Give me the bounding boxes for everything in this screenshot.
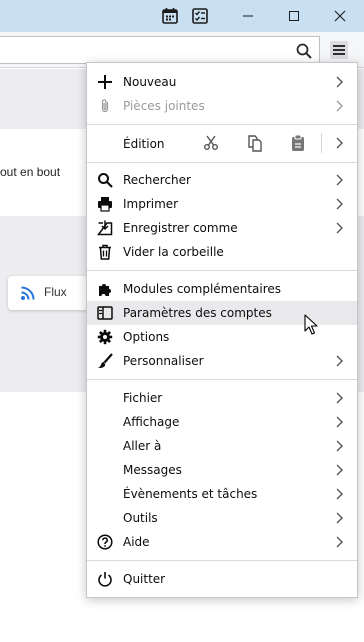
plus-icon — [98, 75, 112, 89]
menu-item-events-tasks[interactable]: Évènements et tâches — [87, 482, 357, 506]
account-settings-icon — [97, 306, 113, 320]
menu-item-customize[interactable]: Personnaliser — [87, 349, 357, 373]
background-text: out en bout — [0, 165, 61, 179]
cut-icon[interactable] — [201, 133, 221, 153]
chevron-right-icon — [336, 76, 343, 88]
menu-item-save-as[interactable]: Enregistrer comme — [87, 216, 357, 240]
trash-icon — [99, 244, 111, 260]
hamburger-menu-icon[interactable] — [330, 41, 348, 59]
chevron-right-icon — [336, 416, 343, 428]
menu-item-empty-trash[interactable]: Vider la corbeille — [87, 240, 357, 264]
menu-item-label: Personnaliser — [123, 354, 204, 368]
power-icon — [98, 572, 112, 587]
menu-item-help[interactable]: Aide — [87, 530, 357, 554]
menu-item-label: Pièces jointes — [123, 99, 205, 113]
menu-item-label: Options — [123, 330, 170, 344]
menu-item-label: Rechercher — [123, 173, 191, 187]
rss-icon — [21, 286, 35, 300]
menu-item-label: Imprimer — [123, 197, 179, 211]
edit-label: Édition — [123, 137, 165, 151]
menu-edit-row: Édition — [87, 125, 357, 161]
help-icon — [97, 534, 113, 550]
chevron-right-icon — [336, 440, 343, 452]
menu-item-view[interactable]: Affichage — [87, 410, 357, 434]
menu-item-search[interactable]: Rechercher — [87, 168, 357, 192]
chevron-right-icon — [336, 100, 343, 112]
menu-item-label: Aide — [123, 535, 150, 549]
search-icon — [98, 173, 113, 188]
printer-icon — [98, 197, 112, 212]
mouse-cursor-icon — [304, 314, 318, 335]
chevron-right-icon — [336, 355, 343, 367]
menu-separator — [87, 560, 357, 561]
menu-item-file[interactable]: Fichier — [87, 386, 357, 410]
copy-icon[interactable] — [245, 133, 265, 153]
menu-item-label: Évènements et tâches — [123, 487, 258, 501]
chevron-right-icon — [336, 464, 343, 476]
menu-item-tools[interactable]: Outils — [87, 506, 357, 530]
edit-row-separator — [321, 133, 322, 153]
puzzle-icon — [99, 284, 111, 296]
save-icon — [97, 220, 113, 236]
chevron-right-icon — [336, 536, 343, 548]
menu-item-label: Quitter — [123, 572, 166, 586]
minimize-icon — [243, 15, 253, 17]
minimize-button[interactable] — [225, 0, 271, 32]
search-input[interactable] — [0, 36, 320, 64]
paperclip-icon — [101, 99, 109, 113]
search-icon[interactable] — [295, 42, 313, 60]
menu-item-label: Modules complémentaires — [123, 282, 282, 296]
gear-icon — [97, 329, 113, 345]
menu-item-label: Outils — [123, 511, 158, 525]
paste-icon[interactable] — [288, 133, 308, 153]
menu-item-label: Paramètres des comptes — [123, 306, 272, 320]
feed-label: Flux — [44, 285, 67, 299]
menu-item-label: Fichier — [123, 391, 163, 405]
close-button[interactable] — [317, 0, 363, 32]
chevron-right-icon — [336, 488, 343, 500]
menu-separator — [87, 270, 357, 271]
calendar-icon[interactable] — [161, 7, 179, 25]
menu-separator — [87, 162, 357, 163]
tasks-icon[interactable] — [191, 7, 209, 25]
chevron-right-icon[interactable] — [335, 136, 345, 150]
menu-item-messages[interactable]: Messages — [87, 458, 357, 482]
menu-item-attachments[interactable]: Pièces jointes — [87, 94, 357, 118]
menu-item-label: Vider la corbeille — [123, 245, 224, 259]
maximize-icon — [289, 11, 299, 21]
chevron-right-icon — [336, 392, 343, 404]
chevron-right-icon — [336, 512, 343, 524]
chevron-right-icon — [336, 174, 343, 186]
menu-item-label: Aller à — [123, 439, 162, 453]
chevron-right-icon — [336, 198, 343, 210]
menu-separator — [87, 379, 357, 380]
menu-item-label: Nouveau — [123, 75, 177, 89]
menu-item-go[interactable]: Aller à — [87, 434, 357, 458]
title-bar — [0, 0, 364, 32]
chevron-right-icon — [336, 222, 343, 234]
menu-item-label: Affichage — [123, 415, 180, 429]
menu-item-new[interactable]: Nouveau — [87, 70, 357, 94]
maximize-button[interactable] — [271, 0, 317, 32]
menu-item-quit[interactable]: Quitter — [87, 567, 357, 591]
brush-icon — [98, 353, 113, 368]
close-icon — [334, 10, 346, 22]
menu-item-addons[interactable]: Modules complémentaires — [87, 277, 357, 301]
menu-item-label: Messages — [123, 463, 182, 477]
menu-item-label: Enregistrer comme — [123, 221, 238, 235]
menu-item-print[interactable]: Imprimer — [87, 192, 357, 216]
